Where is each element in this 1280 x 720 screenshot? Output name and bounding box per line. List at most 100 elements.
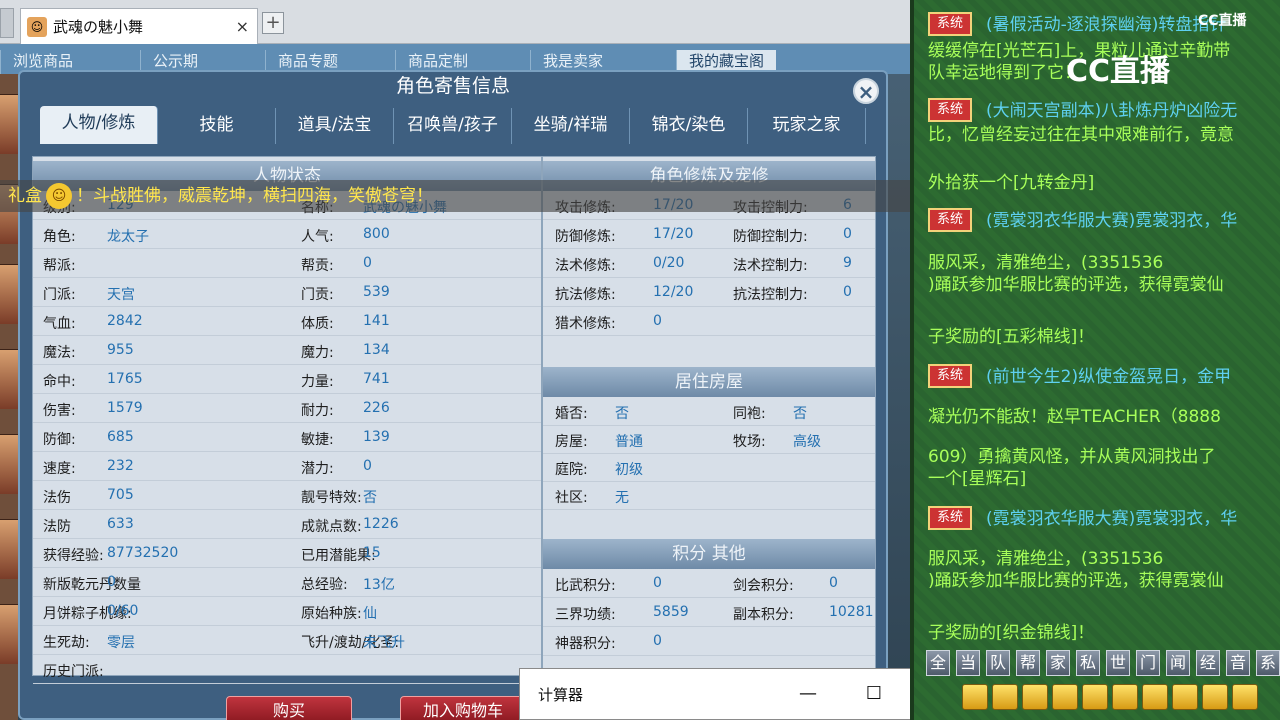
list-icon[interactable] <box>1232 684 1258 710</box>
status-value: 232 <box>107 458 134 474</box>
status-label: 法伤 <box>43 490 71 506</box>
points-label: 神器积分: <box>555 636 616 652</box>
status-value: 0 <box>363 458 372 474</box>
status-value: 685 <box>107 429 134 445</box>
system-tag: 系统 <box>928 12 972 36</box>
status-row: 魔法: 955 魔力: 134 <box>33 336 541 365</box>
note-icon[interactable] <box>1052 684 1078 710</box>
status-label: 体质: <box>301 316 334 332</box>
avatar[interactable] <box>0 349 18 409</box>
housing-label: 庭院: <box>555 462 588 478</box>
tab-skills[interactable]: 技能 <box>158 108 276 144</box>
housing-value: 高级 <box>793 434 821 450</box>
points-label: 副本积分: <box>733 607 794 623</box>
system-tag: 系统 <box>928 364 972 388</box>
buy-button[interactable]: 购买 <box>226 696 352 720</box>
chat-channel-button[interactable]: 队 <box>986 650 1010 676</box>
tab-scroll-left[interactable] <box>0 8 14 38</box>
status-row: 速度: 232 潜力: 0 <box>33 452 541 481</box>
housing-value: 初级 <box>615 462 643 478</box>
status-value: 741 <box>363 371 390 387</box>
chat-channel-button[interactable]: 世 <box>1106 650 1130 676</box>
cultivation-label: 抗法控制力: <box>733 287 808 303</box>
status-label: 人气: <box>301 229 334 245</box>
status-label: 防御: <box>43 432 76 448</box>
status-label: 敏捷: <box>301 432 334 448</box>
new-tab-button[interactable]: + <box>262 12 284 34</box>
chat-tool-bar <box>962 684 1280 714</box>
arrow-down-icon[interactable] <box>992 684 1018 710</box>
tab-pets[interactable]: 召唤兽/孩子 <box>394 108 512 144</box>
housing-row: 房屋: 普通 牧场: 高级 <box>543 425 875 454</box>
chat-channel-button[interactable]: 全 <box>926 650 950 676</box>
window-close-button[interactable]: × <box>853 78 879 104</box>
housing-value: 否 <box>615 406 629 422</box>
avatar[interactable] <box>0 519 18 579</box>
status-label: 获得经验: <box>43 548 104 564</box>
tab-home[interactable]: 玩家之家 <box>748 108 866 144</box>
cultivation-row: 法术修炼: 0/20 法术控制力: 9 <box>543 249 875 278</box>
housing-label: 房屋: <box>555 434 588 450</box>
avatar[interactable] <box>0 434 18 494</box>
calculator-window[interactable]: 计算器 — ☐ ✕ <box>519 668 971 720</box>
points-value: 0 <box>653 575 662 591</box>
tab-close-icon[interactable]: × <box>236 17 249 36</box>
copy-icon[interactable] <box>1172 684 1198 710</box>
arrow-up-icon[interactable] <box>962 684 988 710</box>
chat-channel-button[interactable]: 闻 <box>1166 650 1190 676</box>
points-row: 神器积分: 0 <box>543 627 875 656</box>
points-value: 5859 <box>653 604 689 620</box>
cultivation-row: 猎术修炼: 0 <box>543 307 875 336</box>
tab-character[interactable]: 人物/修炼 <box>40 106 158 144</box>
chat-channel-button[interactable]: 系 <box>1256 650 1280 676</box>
chat-channel-button[interactable]: 经 <box>1196 650 1220 676</box>
status-value: 0 <box>107 574 116 590</box>
lock-icon[interactable] <box>1112 684 1138 710</box>
chat-line: 队幸运地得到了它！ <box>928 63 1081 83</box>
chat-line: 一个[星辉石] <box>928 469 1027 489</box>
chat-channel-button[interactable]: 帮 <box>1016 650 1040 676</box>
add-to-cart-button[interactable]: 加入购物车 <box>400 696 526 720</box>
chat-channel-button[interactable]: 私 <box>1076 650 1100 676</box>
tab-mounts[interactable]: 坐骑/祥瑞 <box>512 108 630 144</box>
housing-header: 居住房屋 <box>543 367 875 397</box>
status-label: 力量: <box>301 374 334 390</box>
status-label: 历史门派: <box>43 664 104 680</box>
chat-channel-button[interactable]: 家 <box>1046 650 1070 676</box>
window-title: 角色寄售信息 <box>395 75 510 97</box>
points-label: 剑会积分: <box>733 578 794 594</box>
status-label: 伤害: <box>43 403 76 419</box>
avatar[interactable] <box>0 94 18 154</box>
cultivation-value: 0 <box>843 226 852 242</box>
right-info-panel: 角色修炼及宠修 攻击修炼:17/20攻击控制力:6防御修炼:17/20防御控制力… <box>542 156 876 676</box>
avatar[interactable] <box>0 264 18 324</box>
browser-tab[interactable]: ☺ 武魂の魅小舞 × <box>20 8 258 44</box>
status-label: 法防 <box>43 519 71 535</box>
status-row: 新版乾元丹数量 0 总经验: 13亿 <box>33 568 541 597</box>
cultivation-value: 12/20 <box>653 284 694 300</box>
cultivation-row: 防御修炼: 17/20 防御控制力: 0 <box>543 220 875 249</box>
status-value: 仙 <box>363 606 377 622</box>
status-value: 否 <box>363 490 377 506</box>
maximize-button[interactable]: ☐ <box>854 677 894 711</box>
chat-bubble-icon[interactable] <box>1202 684 1228 710</box>
status-label: 魔法: <box>43 345 76 361</box>
system-tag: 系统 <box>928 98 972 122</box>
status-value: 139 <box>363 429 390 445</box>
chat-channel-button[interactable]: 门 <box>1136 650 1160 676</box>
housing-row: 社区: 无 <box>543 481 875 510</box>
brush-icon[interactable] <box>1142 684 1168 710</box>
points-header: 积分 其他 <box>543 539 875 569</box>
minimize-button[interactable]: — <box>788 677 828 711</box>
search-icon[interactable] <box>1022 684 1048 710</box>
tab-items[interactable]: 道具/法宝 <box>276 108 394 144</box>
cultivation-label: 防御修炼: <box>555 229 616 245</box>
status-row: 获得经验: 87732520 已用潜能果: 15 <box>33 539 541 568</box>
tab-outfits[interactable]: 锦衣/染色 <box>630 108 748 144</box>
status-row: 生死劫: 零层 飞升/渡劫/化圣: 未飞升 <box>33 626 541 655</box>
status-label: 潜力: <box>301 461 334 477</box>
chat-channel-button[interactable]: 音 <box>1226 650 1250 676</box>
avatar[interactable] <box>0 604 18 664</box>
grid-icon[interactable] <box>1082 684 1108 710</box>
chat-channel-button[interactable]: 当 <box>956 650 980 676</box>
